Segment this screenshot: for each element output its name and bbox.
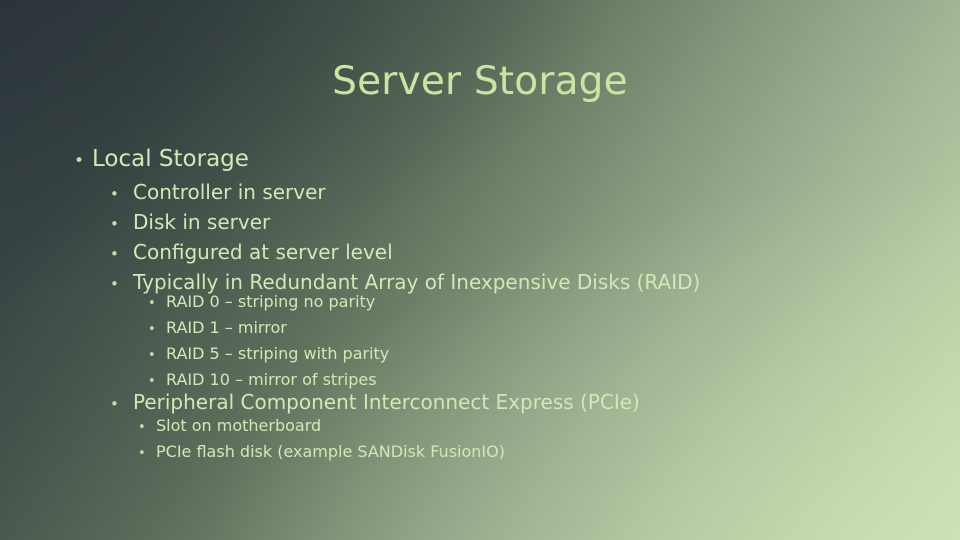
slide-content: Server Storage • Local Storage • Control… [0,0,960,540]
list-item-label: Controller in server [133,180,326,204]
list-item-label: RAID 0 – striping no parity [166,292,376,311]
bullet-marker-icon: • [110,215,119,233]
list-item-label: Peripheral Component Interconnect Expres… [133,390,640,414]
bullet-group-level-2: • Controller in server • Disk in server … [110,178,700,298]
bullet-marker-icon: • [110,185,119,203]
bullet-group-level-3-pcie: • Slot on motherboard • PCIe flash disk … [138,414,505,466]
bullet-marker-icon: • [138,446,146,461]
slide-canvas: Server Storage • Local Storage • Control… [0,0,960,540]
list-item-label: Configured at server level [133,240,393,264]
list-item-label: Slot on motherboard [156,416,322,435]
list-item: • RAID 5 – striping with parity [148,342,389,368]
list-item: • RAID 1 – mirror [148,316,389,342]
list-item: • Disk in server [110,208,700,238]
list-item-label: Disk in server [133,210,271,234]
list-item: • Slot on motherboard [138,414,505,440]
list-item-label: RAID 1 – mirror [166,318,287,337]
bullet-marker-icon: • [110,245,119,263]
bullet-group-level-1: • Local Storage [74,144,249,177]
bullet-marker-icon: • [74,151,85,171]
bullet-marker-icon: • [148,348,156,363]
bullet-marker-icon: • [110,275,119,293]
bullet-marker-icon: • [138,420,146,435]
list-item: • RAID 0 – striping no parity [148,290,389,316]
list-item: • Controller in server [110,178,700,208]
list-item-label: RAID 5 – striping with parity [166,344,390,363]
list-item-label: PCIe flash disk (example SANDisk FusionI… [156,442,505,461]
list-item: • Local Storage [74,144,249,177]
bullet-marker-icon: • [148,322,156,337]
list-item-label: Local Storage [92,146,249,172]
slide-title: Server Storage [332,59,628,104]
list-item: • Configured at server level [110,238,700,268]
list-item: • PCIe flash disk (example SANDisk Fusio… [138,440,505,466]
bullet-group-level-3-raid: • RAID 0 – striping no parity • RAID 1 –… [148,290,389,394]
bullet-marker-icon: • [148,296,156,311]
bullet-marker-icon: • [110,395,119,413]
